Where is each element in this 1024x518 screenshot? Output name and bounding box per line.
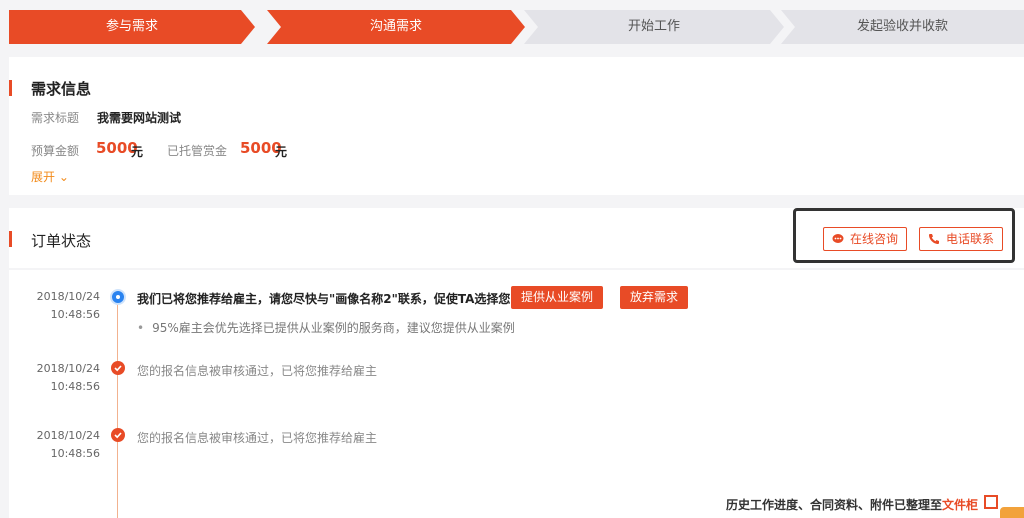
step-start-work: 开始工作 <box>524 10 784 44</box>
provide-case-button[interactable]: 提供从业案例 <box>511 286 604 309</box>
order-status-title: 订单状态 <box>31 232 92 250</box>
phone-icon <box>929 234 939 244</box>
check-icon <box>111 361 125 375</box>
online-consult-label: 在线咨询 <box>850 232 899 246</box>
requirement-title: 需求信息 <box>31 80 92 98</box>
section-marker <box>9 80 12 96</box>
timeline-hint: 95%雇主会优先选择已提供从业案例的服务商，建议您提供从业案例 <box>137 319 515 336</box>
timeline-text: 您的报名信息被审核通过，已将您推荐给雇主 <box>137 431 378 445</box>
timeline-time: 10:48:56 <box>50 380 100 393</box>
chat-icon <box>832 234 844 243</box>
timeline-text: 我们已将您推荐给雇主，请您尽快与"画像名称2"联系，促使TA选择您 <box>137 292 511 306</box>
footer-note-text: 历史工作进度、合同资料、附件已整理至 <box>726 498 943 512</box>
timeline-time: 10:48:56 <box>50 308 100 321</box>
req-title-value: 我需要网站测试 <box>97 111 182 125</box>
timeline-dot-current <box>110 289 126 305</box>
progress-steps: 参与需求 沟通需求 开始工作 发起验收并收款 <box>9 10 1024 44</box>
expand-link[interactable]: 展开 ⌄ <box>31 168 69 185</box>
timeline-time: 10:48:56 <box>50 447 100 460</box>
requirement-panel: 需求信息 需求标题 我需要网站测试 预算金额 5000 元 已托管赏金 5000… <box>9 57 1024 195</box>
phone-contact-button[interactable]: 电话联系 <box>919 227 1004 251</box>
step-communicate: 沟通需求 <box>267 10 525 44</box>
step-acceptance: 发起验收并收款 <box>781 10 1024 44</box>
timeline-date: 2018/10/24 <box>36 429 100 442</box>
req-title-label: 需求标题 <box>31 111 80 125</box>
cabinet-icon[interactable] <box>984 495 998 509</box>
step-participate: 参与需求 <box>9 10 255 44</box>
abandon-request-button[interactable]: 放弃需求 <box>620 286 689 309</box>
timeline-line <box>117 292 118 518</box>
feedback-widget[interactable] <box>1000 507 1024 518</box>
budget-label: 预算金额 <box>31 144 80 158</box>
timeline-text: 您的报名信息被审核通过，已将您推荐给雇主 <box>137 364 378 378</box>
footer-note: 历史工作进度、合同资料、附件已整理至文件柜 <box>726 496 978 513</box>
file-cabinet-link[interactable]: 文件柜 <box>942 498 978 512</box>
phone-contact-label: 电话联系 <box>946 232 995 246</box>
section-marker <box>9 231 12 247</box>
budget-unit: 元 <box>131 145 144 159</box>
check-icon <box>111 428 125 442</box>
escrow-unit: 元 <box>275 145 288 159</box>
online-consult-button[interactable]: 在线咨询 <box>823 227 908 251</box>
escrow-label: 已托管赏金 <box>167 144 228 158</box>
timeline-date: 2018/10/24 <box>36 290 100 303</box>
timeline-date: 2018/10/24 <box>36 362 100 375</box>
